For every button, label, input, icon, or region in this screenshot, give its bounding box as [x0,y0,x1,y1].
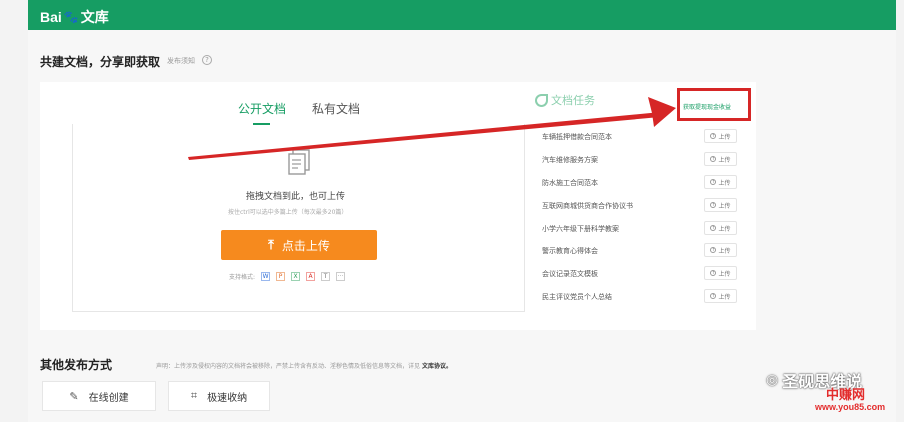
online-create-button[interactable]: ✎ 在线创建 [42,381,156,411]
disclaimer: 声明：上传涉及侵权内容的文档将会被移除，严禁上传含有反动、淫秽色情及低俗信息等文… [156,363,452,370]
watermark-site-url: www.you85.com [815,402,886,412]
annotation-arrow [188,97,676,160]
agreement-link[interactable]: 文库协议。 [422,363,452,370]
edit-icon: ✎ [69,389,79,403]
other-methods-title: 其他发布方式 [40,358,113,372]
quick-collect-button[interactable]: ⌗ 极速收纳 [168,381,270,411]
watermark-site-cn: 中赚网 [826,388,866,403]
crop-icon: ⌗ [190,389,198,402]
wechat-icon: ◎ [766,372,779,388]
